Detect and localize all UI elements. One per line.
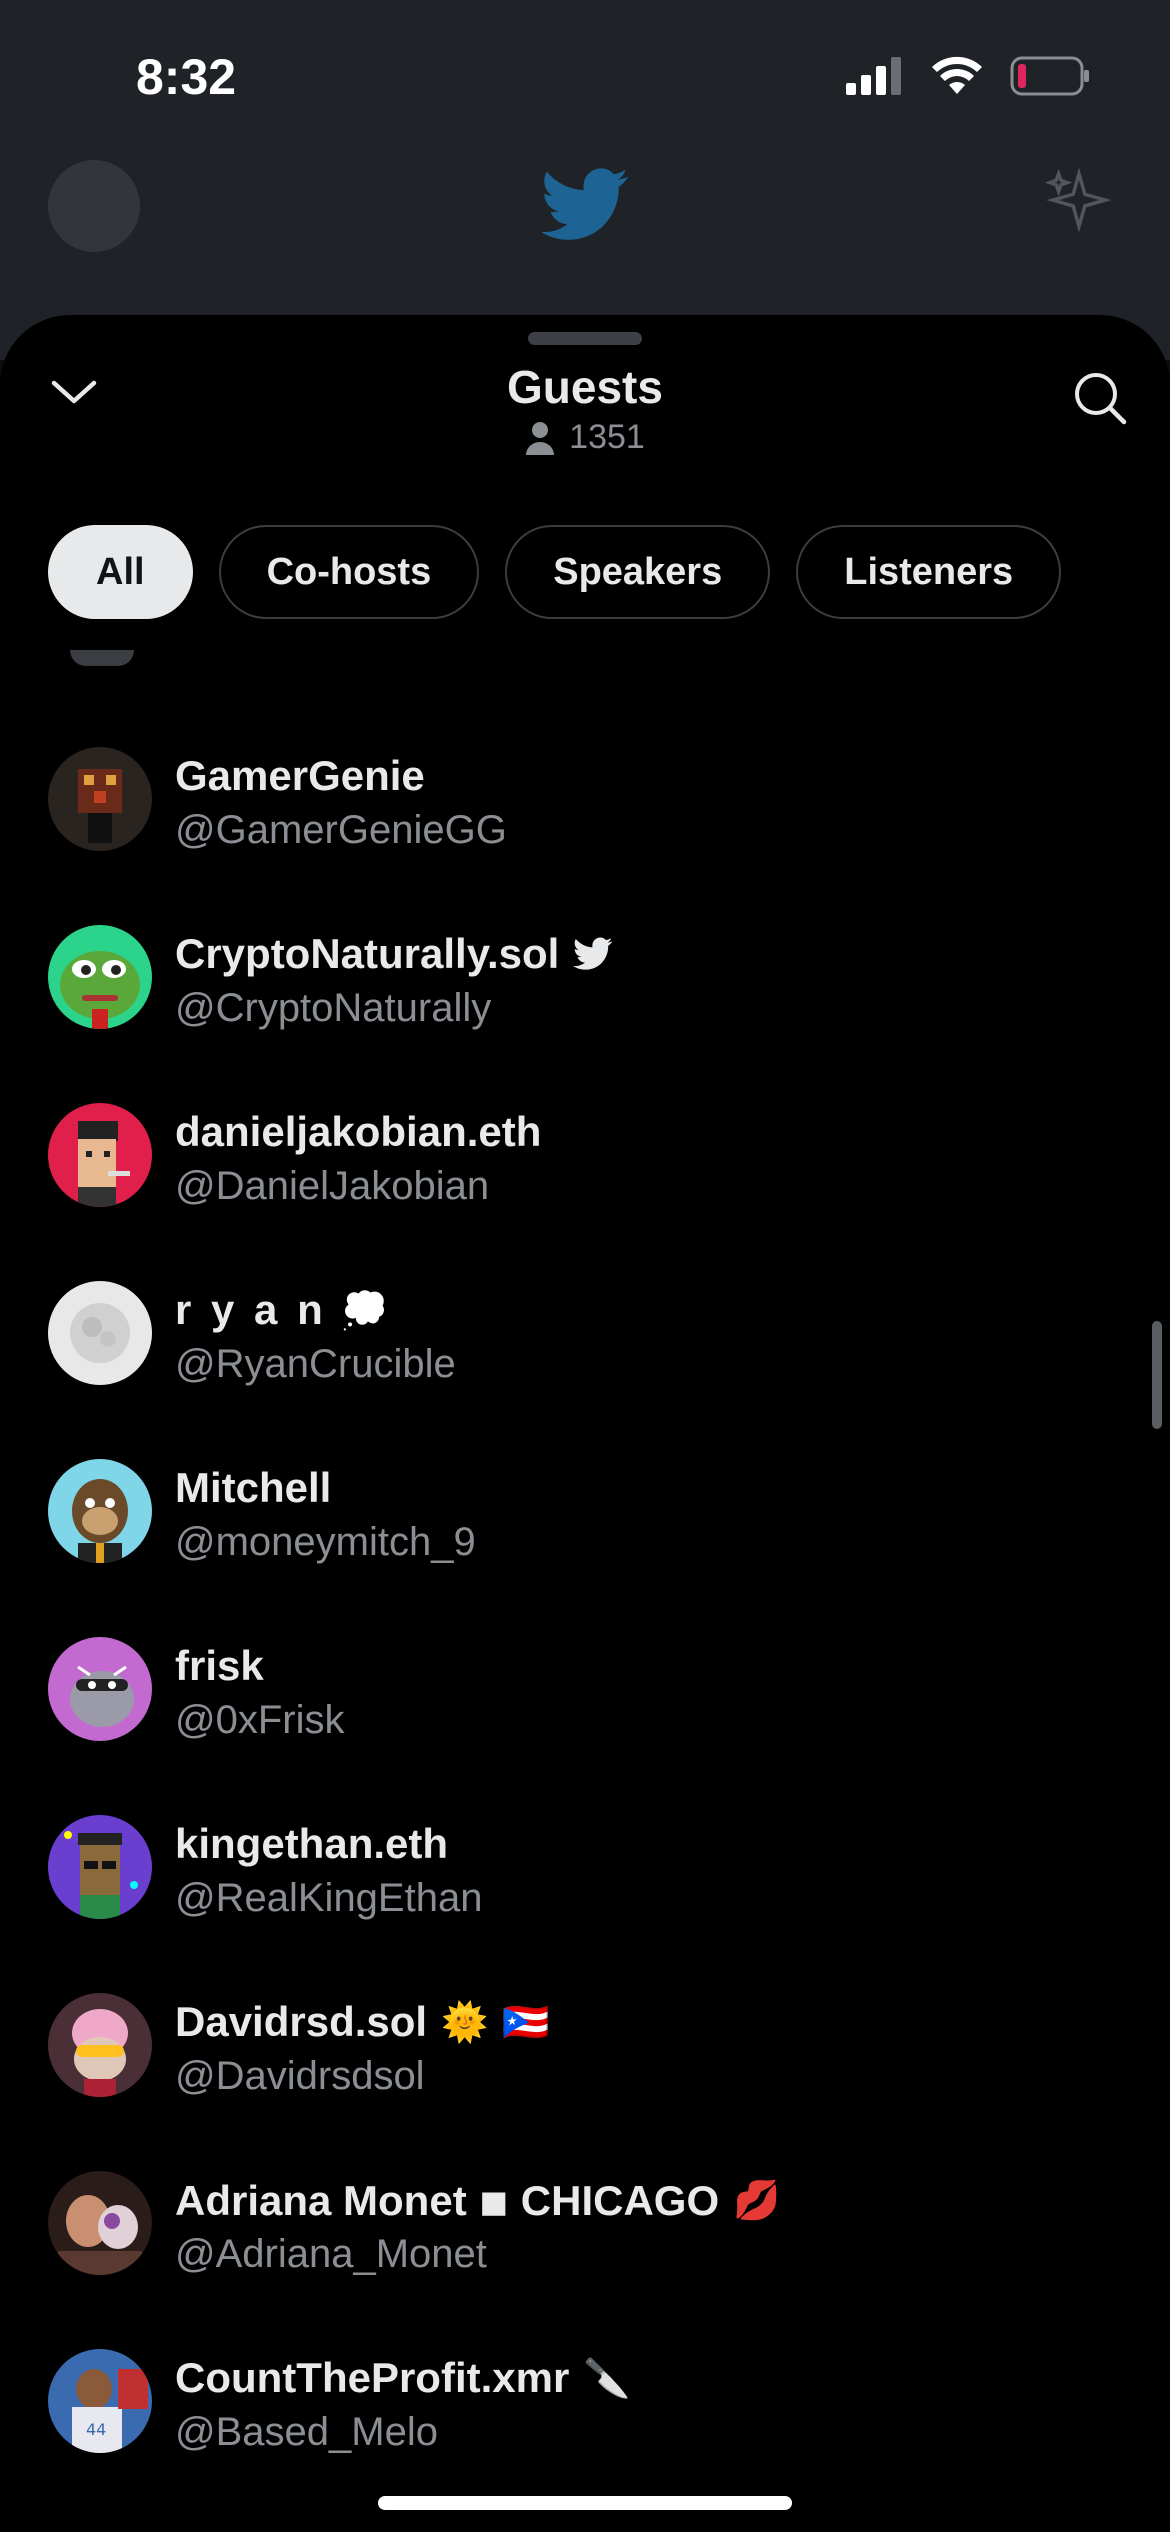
filter-all[interactable]: All: [48, 525, 193, 619]
guest-name: r y a n: [175, 1286, 327, 1333]
filter-speakers[interactable]: Speakers: [505, 525, 771, 619]
search-icon[interactable]: [1072, 370, 1128, 431]
guest-name: danieljakobian.eth: [175, 1108, 542, 1155]
guest-handle: @Based_Melo: [175, 2410, 438, 2454]
guest-handle: @GamerGenieGG: [175, 808, 507, 852]
status-icons: [846, 56, 1090, 96]
list-item[interactable]: kingethan.eth @RealKingEthan: [0, 1783, 1170, 1961]
listener-count: 1351: [0, 418, 1170, 457]
avatar: [48, 1459, 152, 1563]
status-time: 8:32: [136, 49, 237, 105]
list-item[interactable]: frisk @0xFrisk: [0, 1605, 1170, 1783]
guest-name: Mitchell: [175, 1464, 332, 1511]
avatar: [48, 747, 152, 851]
list-item[interactable]: Adriana Monet ◾ CHICAGO 💋 @Adriana_Monet: [0, 2139, 1170, 2317]
list-item[interactable]: Mitchell @moneymitch_9: [0, 1427, 1170, 1605]
list-item[interactable]: CryptoNaturally.sol @CryptoNaturally: [0, 893, 1170, 1071]
guest-handle: @Adriana_Monet: [175, 2232, 487, 2276]
home-indicator[interactable]: [378, 2496, 792, 2510]
avatar: [48, 2171, 152, 2275]
kiss-emoji: 💋: [733, 2178, 781, 2222]
guest-handle: @RyanCrucible: [175, 1342, 456, 1386]
guest-handle: @0xFrisk: [175, 1698, 345, 1742]
signal-icon: [846, 57, 901, 95]
listener-count-value: 1351: [569, 418, 645, 456]
thought-bubble-emoji: 💭: [340, 1287, 389, 1332]
guest-handle: @moneymitch_9: [175, 1520, 476, 1564]
list-item[interactable]: 44 CountTheProfit.xmr 🔪 @Based_Melo: [0, 2317, 1170, 2495]
bird-logo-icon: [540, 168, 630, 247]
guest-list: GamerGenie @GamerGenieGG CryptoNaturally…: [0, 715, 1170, 2495]
avatar: [48, 1103, 152, 1207]
avatar: [48, 925, 152, 1029]
guest-name: CountTheProfit.xmr: [175, 2354, 570, 2401]
filter-co-hosts[interactable]: Co-hosts: [218, 525, 480, 619]
guest-handle: @DanielJakobian: [175, 1164, 490, 1208]
guest-handle: @CryptoNaturally: [175, 986, 492, 1030]
avatar: [48, 1637, 152, 1741]
scrollbar[interactable]: [1152, 1321, 1162, 1429]
guest-handle: @RealKingEthan: [175, 1876, 483, 1920]
avatar: [48, 1281, 152, 1385]
guest-name: Adriana Monet ◾ CHICAGO: [175, 2177, 720, 2224]
filter-listeners[interactable]: Listeners: [796, 525, 1062, 619]
guest-name: kingethan.eth: [175, 1820, 449, 1867]
list-item[interactable]: danieljakobian.eth @DanielJakobian: [0, 1071, 1170, 1249]
person-icon: [526, 421, 555, 455]
list-item[interactable]: r y a n 💭 @RyanCrucible: [0, 1249, 1170, 1427]
sheet-grabber[interactable]: [528, 332, 642, 345]
list-item[interactable]: Davidrsd.sol 🌞 🇵🇷 @Davidrsdsol: [0, 1961, 1170, 2139]
guests-sheet: Guests 1351 All Co-hosts Speakers Listen…: [0, 315, 1170, 2532]
bird-icon: [573, 937, 613, 970]
flag-emoji: 🇵🇷: [502, 1999, 550, 2044]
svg-text:44: 44: [86, 2420, 106, 2439]
guest-handle: @Davidrsdsol: [175, 2054, 425, 2098]
avatar: [70, 650, 134, 666]
guest-name: frisk: [175, 1642, 264, 1689]
avatar: 44: [48, 2349, 152, 2453]
background-avatar: [48, 160, 140, 252]
guest-name: GamerGenie: [175, 752, 425, 799]
sheet-title: Guests: [507, 361, 663, 413]
battery-low-icon: [1010, 56, 1089, 96]
sparkle-icon: [1044, 167, 1114, 243]
list-item[interactable]: GamerGenie @GamerGenieGG: [0, 715, 1170, 893]
avatar: [48, 1993, 152, 2097]
wifi-icon: [932, 56, 982, 94]
filter-tabs: All Co-hosts Speakers Listeners: [48, 525, 1062, 619]
guest-name: CryptoNaturally.sol: [175, 930, 560, 977]
knife-emoji: 🔪: [583, 2355, 631, 2400]
avatar: [48, 1815, 152, 1919]
guest-name: Davidrsd.sol: [175, 1998, 428, 2045]
sun-emoji: 🌞: [441, 1999, 489, 2044]
